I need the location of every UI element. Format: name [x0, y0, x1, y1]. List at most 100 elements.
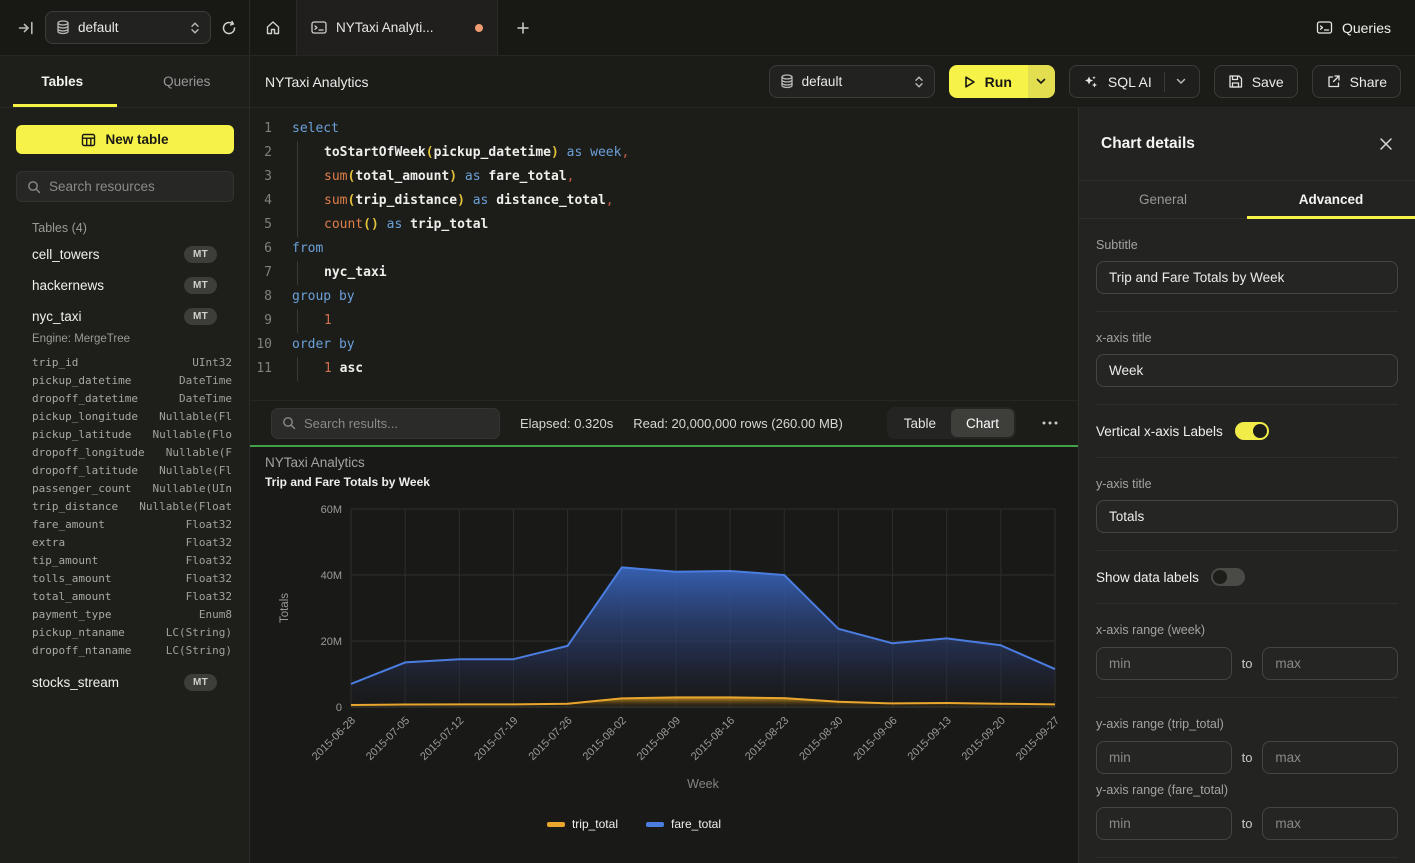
queries-terminal-icon — [1316, 20, 1333, 35]
code-line: 8group by — [250, 285, 1078, 309]
x-axis-title-input[interactable] — [1096, 354, 1398, 387]
database-selector[interactable]: default — [45, 11, 211, 44]
y-axis-range-trip-min-input[interactable] — [1096, 741, 1232, 774]
column-name: pickup_latitude — [32, 428, 131, 441]
run-database-selector[interactable]: default — [769, 65, 935, 98]
column-type: Enum8 — [199, 608, 232, 621]
plus-icon — [516, 21, 530, 35]
results-search-input[interactable] — [304, 416, 489, 431]
legend-label: fare_total — [671, 817, 721, 831]
chevron-updown-icon — [914, 75, 924, 89]
svg-text:2015-07-19: 2015-07-19 — [472, 715, 520, 763]
sql-ai-options-button[interactable] — [1164, 72, 1186, 92]
sidebar-search-input[interactable] — [49, 179, 223, 194]
query-tab[interactable]: NYTaxi Analyti... — [297, 0, 498, 55]
table-row[interactable]: stocks_streamMT — [16, 667, 233, 698]
y-axis-range-trip-label: y-axis range (trip_total) — [1096, 717, 1398, 731]
code-line: 7nyc_taxi — [250, 261, 1078, 285]
home-tab-button[interactable] — [250, 0, 297, 55]
legend-item[interactable]: fare_total — [646, 817, 721, 831]
y-axis-range-fare-min-input[interactable] — [1096, 807, 1232, 840]
column-name: dropoff_datetime — [32, 392, 138, 405]
table-name: nyc_taxi — [32, 309, 184, 324]
code-line: 91 — [250, 309, 1078, 333]
svg-text:2015-07-26: 2015-07-26 — [526, 715, 574, 763]
code-line: 6from — [250, 237, 1078, 261]
subtitle-field-input[interactable] — [1096, 261, 1398, 294]
column-row: trip_distanceNullable(Float — [17, 497, 232, 515]
svg-text:2015-09-13: 2015-09-13 — [906, 715, 954, 763]
panel-tab-advanced[interactable]: Advanced — [1247, 181, 1415, 218]
new-tab-button[interactable] — [498, 0, 547, 55]
svg-text:2015-08-02: 2015-08-02 — [581, 715, 629, 763]
line-number: 1 — [250, 117, 282, 141]
column-name: tip_amount — [32, 554, 98, 567]
chart-svg-holder: 020M40M60M2015-06-282015-07-052015-07-12… — [250, 447, 1078, 863]
column-type: Nullable(F — [166, 446, 232, 459]
view-toggle-table[interactable]: Table — [889, 409, 951, 437]
engine-badge: MT — [184, 674, 217, 691]
column-name: fare_amount — [32, 518, 105, 531]
vertical-x-axis-labels-toggle[interactable] — [1235, 422, 1269, 440]
terminal-icon — [311, 20, 327, 35]
y-axis-title-input[interactable] — [1096, 500, 1398, 533]
column-row: pickup_longitudeNullable(Fl — [17, 407, 232, 425]
new-table-label: New table — [105, 132, 168, 147]
x-axis-title-label: x-axis title — [1096, 331, 1398, 345]
chart-details-panel: Chart details General Advanced Subtitle … — [1078, 108, 1415, 863]
svg-text:2015-08-16: 2015-08-16 — [689, 715, 737, 763]
sidebar-tabs: Tables Queries — [0, 56, 249, 108]
view-toggle-chart[interactable]: Chart — [951, 409, 1014, 437]
column-name: total_amount — [32, 590, 111, 603]
sql-editor[interactable]: 1select2toStartOfWeek(pickup_datetime) a… — [250, 108, 1078, 400]
y-axis-range-trip-max-input[interactable] — [1262, 741, 1398, 774]
table-row[interactable]: cell_towersMT — [16, 239, 233, 270]
run-button[interactable]: Run — [949, 65, 1028, 98]
home-icon — [265, 20, 281, 36]
legend-swatch — [547, 822, 565, 827]
queries-button[interactable]: Queries — [1304, 0, 1415, 55]
sidebar-search[interactable] — [16, 171, 234, 202]
panel-tab-general[interactable]: General — [1079, 181, 1247, 218]
column-type: Float32 — [186, 518, 232, 531]
column-name: passenger_count — [32, 482, 131, 495]
legend-item[interactable]: trip_total — [547, 817, 618, 831]
refresh-icon[interactable] — [221, 20, 237, 36]
table-row[interactable]: nyc_taxiMT — [16, 301, 233, 332]
line-number: 11 — [250, 357, 282, 381]
sidebar-tab-tables[interactable]: Tables — [0, 56, 125, 107]
x-axis-range-min-input[interactable] — [1096, 647, 1232, 680]
query-tab-title: NYTaxi Analyti... — [336, 20, 466, 35]
y-axis-range-fare-max-input[interactable] — [1262, 807, 1398, 840]
database-selector-value: default — [78, 20, 182, 35]
run-options-button[interactable] — [1028, 65, 1055, 98]
new-table-button[interactable]: New table — [16, 125, 234, 154]
share-button[interactable]: Share — [1312, 65, 1401, 98]
line-number: 7 — [250, 261, 282, 285]
save-button[interactable]: Save — [1214, 65, 1298, 98]
sql-ai-label: SQL AI — [1108, 74, 1152, 90]
column-type: Float32 — [186, 554, 232, 567]
show-data-labels-toggle[interactable] — [1211, 568, 1245, 586]
column-row: tolls_amountFloat32 — [17, 569, 232, 587]
column-row: dropoff_latitudeNullable(Fl — [17, 461, 232, 479]
sidebar-tab-queries[interactable]: Queries — [125, 56, 250, 107]
table-name: stocks_stream — [32, 675, 184, 690]
svg-text:2015-09-20: 2015-09-20 — [960, 715, 1008, 763]
close-icon[interactable] — [1379, 137, 1393, 151]
sql-ai-button[interactable]: SQL AI — [1069, 65, 1200, 98]
database-icon — [780, 74, 794, 89]
save-icon — [1228, 74, 1243, 89]
sparkles-icon — [1083, 74, 1099, 90]
table-row[interactable]: hackernewsMT — [16, 270, 233, 301]
line-number: 8 — [250, 285, 282, 309]
more-options-icon[interactable] — [1036, 421, 1064, 425]
x-axis-range-max-input[interactable] — [1262, 647, 1398, 680]
results-search[interactable] — [271, 408, 500, 439]
legend-swatch — [646, 822, 664, 827]
collapse-sidebar-icon[interactable] — [18, 20, 35, 36]
column-name: trip_id — [32, 356, 78, 369]
column-row: pickup_latitudeNullable(Flo — [17, 425, 232, 443]
column-name: payment_type — [32, 608, 111, 621]
elapsed-time: Elapsed: 0.320s — [520, 416, 613, 431]
